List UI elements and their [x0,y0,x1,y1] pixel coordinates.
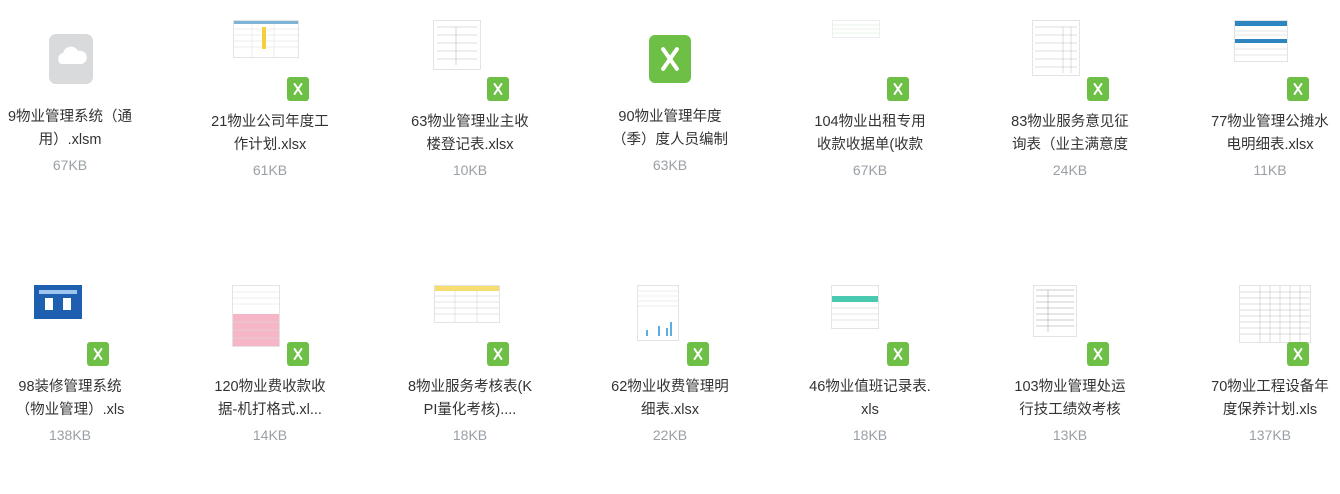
file-name: 62物业收费管理明 细表.xlsx [611,379,729,418]
file-size: 14KB [252,427,288,443]
file-name: 46物业值班记录表. xls [809,379,931,418]
spreadsheet-preview [233,20,299,58]
file-tile[interactable]: 90物业管理年度 （季）度人员编制 63KB [600,0,740,200]
spreadsheet-preview [637,285,679,341]
file-thumbnail [600,0,740,100]
file-name: 98装修管理系统 （物业管理）.xls [15,379,125,418]
file-thumbnail [400,0,540,101]
file-name: 21物业公司年度工 作计划.xlsx [211,114,329,153]
file-tile[interactable]: 70物业工程设备年 度保养计划.xls 137KB [1200,265,1340,465]
file-thumbnail [200,265,340,366]
file-thumbnail [800,0,940,101]
excel-icon [649,35,691,83]
file-thumbnail [1000,265,1140,366]
excel-badge-icon [887,342,909,366]
file-tile[interactable]: 104物业出租专用 收款收据单(收款 67KB [800,0,940,200]
file-size: 24KB [1052,162,1088,178]
file-thumbnail [600,265,740,366]
file-size: 13KB [1052,427,1088,443]
file-name: 9物业管理系统（通 用）.xlsm [7,109,133,148]
file-name: 104物业出租专用 收款收据单(收款 [814,114,926,153]
file-name: 120物业费收款收 据-机打格式.xl... [214,379,326,418]
file-name: 8物业服务考核表(K PI量化考核).... [407,379,533,418]
file-thumbnail [1200,265,1340,366]
spreadsheet-preview [433,20,481,70]
file-thumbnail [200,0,340,101]
file-size: 22KB [652,427,688,443]
excel-badge-icon [1087,342,1109,366]
file-tile[interactable]: 9物业管理系统（通 用）.xlsm 67KB [0,0,140,200]
spreadsheet-preview [832,20,880,38]
file-tile[interactable]: 77物业管理公摊水 电明细表.xlsx 11KB [1200,0,1340,200]
file-size: 18KB [452,427,488,443]
excel-badge-icon [87,342,109,366]
file-size: 138KB [48,427,92,443]
excel-badge-icon [1287,342,1309,366]
file-tile[interactable]: 120物业费收款收 据-机打格式.xl... 14KB [200,265,340,465]
file-tile[interactable]: 103物业管理处运 行技工绩效考核 13KB [1000,265,1140,465]
spreadsheet-preview [1033,285,1077,337]
file-size: 67KB [852,162,888,178]
file-size: 61KB [252,162,288,178]
file-thumbnail [1200,0,1340,101]
file-tile[interactable]: 63物业管理业主收 楼登记表.xlsx 10KB [400,0,540,200]
file-name: 103物业管理处运 行技工绩效考核 [1014,379,1126,418]
excel-badge-icon [287,77,309,101]
file-tile[interactable]: 8物业服务考核表(K PI量化考核).... 18KB [400,265,540,465]
file-grid: 9物业管理系统（通 用）.xlsm 67KB 21物业公司年度工 作计划.xls… [0,0,1340,494]
file-size: 63KB [652,157,688,173]
file-thumbnail [400,265,540,366]
file-tile[interactable]: 46物业值班记录表. xls 18KB [800,265,940,465]
file-name: 63物业管理业主收 楼登记表.xlsx [411,114,529,153]
file-size: 67KB [52,157,88,173]
file-thumbnail [1000,0,1140,101]
file-tile[interactable]: 21物业公司年度工 作计划.xlsx 61KB [200,0,340,200]
excel-badge-icon [287,342,309,366]
file-name: 83物业服务意见征 询表（业主满意度 [1011,114,1129,153]
spreadsheet-preview [831,285,879,329]
excel-badge-icon [687,342,709,366]
spreadsheet-preview [1032,20,1080,76]
spreadsheet-preview [1239,285,1311,343]
excel-badge-icon [1287,77,1309,101]
spreadsheet-preview [34,285,82,319]
file-thumbnail [0,0,140,100]
file-name: 77物业管理公摊水 电明细表.xlsx [1211,114,1329,153]
spreadsheet-preview [1234,20,1288,62]
file-tile[interactable]: 83物业服务意见征 询表（业主满意度 24KB [1000,0,1140,200]
file-size: 137KB [1248,427,1292,443]
excel-badge-icon [487,342,509,366]
file-name: 90物业管理年度 （季）度人员编制 [612,109,728,148]
spreadsheet-preview [434,285,500,323]
file-tile[interactable]: 98装修管理系统 （物业管理）.xls 138KB [0,265,140,465]
file-size: 11KB [1253,162,1287,178]
cloud-file-icon [49,34,93,84]
file-name: 70物业工程设备年 度保养计划.xls [1211,379,1329,418]
excel-badge-icon [887,77,909,101]
excel-badge-icon [487,77,509,101]
file-size: 10KB [452,162,488,178]
file-size: 18KB [852,427,888,443]
file-thumbnail [0,265,140,366]
excel-badge-icon [1087,77,1109,101]
file-thumbnail [800,265,940,366]
spreadsheet-preview [232,285,280,347]
file-tile[interactable]: 62物业收费管理明 细表.xlsx 22KB [600,265,740,465]
